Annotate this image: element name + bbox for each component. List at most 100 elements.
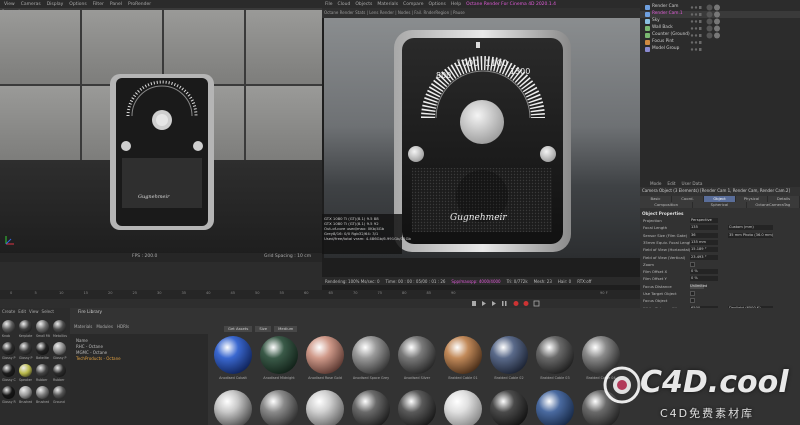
material-swatch[interactable] bbox=[19, 342, 32, 355]
tree-item[interactable]: RHC - Octane bbox=[76, 344, 103, 349]
asset-thumbnail[interactable] bbox=[306, 336, 344, 374]
menu-options[interactable]: Options bbox=[428, 2, 445, 7]
octane-live-viewer[interactable]: File Cloud Objects Materials Compare Options H… bbox=[322, 0, 640, 290]
playback-controls[interactable] bbox=[470, 299, 550, 308]
material-swatch[interactable] bbox=[2, 386, 15, 399]
asset-thumbnail[interactable] bbox=[352, 336, 390, 374]
material-swatch[interactable] bbox=[36, 320, 49, 333]
visibility-dots[interactable] bbox=[690, 5, 702, 10]
menu-cloud[interactable]: Cloud bbox=[338, 2, 351, 7]
asset-thumbnail[interactable] bbox=[260, 336, 298, 374]
menu-display[interactable]: Display bbox=[47, 2, 64, 7]
property-preset[interactable]: Custom (mm) bbox=[728, 225, 773, 231]
tree-item[interactable]: MGMC - Octane bbox=[76, 350, 107, 355]
live-db-browser[interactable]: Fire Library Materials Modules HDRIs Name R… bbox=[70, 308, 640, 425]
tab-composition[interactable]: Composition bbox=[640, 202, 694, 208]
asset-thumbnail[interactable] bbox=[352, 390, 390, 425]
visibility-dots[interactable] bbox=[690, 19, 702, 24]
menu-create[interactable]: Create bbox=[2, 309, 15, 314]
live-db-tree[interactable]: Name RHC - Octane MGMC - Octane TechProduct… bbox=[70, 334, 208, 425]
tab-spherical[interactable]: Spherical bbox=[693, 202, 747, 208]
object-manager[interactable]: Render Cam Render Cam.1 Sky Wall Back Counte… bbox=[640, 0, 800, 60]
asset-thumbnail[interactable] bbox=[260, 390, 298, 425]
property-preset[interactable]: 35 mm Photo (36.0 mm) bbox=[728, 232, 773, 238]
object-tags[interactable] bbox=[706, 32, 732, 39]
asset-thumbnail[interactable] bbox=[398, 336, 436, 374]
timeline-area[interactable] bbox=[0, 262, 322, 290]
menu-options[interactable]: Options bbox=[69, 2, 86, 7]
menu-objects[interactable]: Objects bbox=[355, 2, 372, 7]
asset-thumbnail[interactable] bbox=[214, 336, 252, 374]
asset-thumbnail[interactable] bbox=[444, 390, 482, 425]
menu-materials[interactable]: Materials bbox=[377, 2, 398, 7]
material-swatch[interactable] bbox=[2, 320, 15, 333]
menu-filter[interactable]: Filter bbox=[93, 2, 104, 7]
render-view-toolbar[interactable]: Octane Render Stats | Lens Render | Node… bbox=[322, 8, 640, 18]
visibility-dots[interactable] bbox=[690, 33, 702, 38]
material-swatch[interactable] bbox=[2, 342, 15, 355]
property-value[interactable]: 135 bbox=[690, 225, 718, 231]
material-swatch[interactable] bbox=[19, 320, 32, 333]
object-row[interactable]: Wall Back bbox=[640, 25, 800, 32]
menu-edit[interactable]: Edit bbox=[18, 309, 26, 314]
menu-user-data[interactable]: User Data bbox=[682, 181, 703, 186]
object-row[interactable]: Model Group bbox=[640, 46, 800, 53]
material-swatch[interactable] bbox=[36, 342, 49, 355]
property-checkbox[interactable] bbox=[690, 291, 695, 296]
asset-thumbnail[interactable] bbox=[490, 336, 528, 374]
asset-thumbnail[interactable] bbox=[490, 390, 528, 425]
material-swatch[interactable] bbox=[53, 320, 66, 333]
menu-select[interactable]: Select bbox=[42, 309, 54, 314]
asset-thumbnail[interactable] bbox=[536, 390, 574, 425]
menu-edit[interactable]: Edit bbox=[667, 181, 675, 186]
material-swatch[interactable] bbox=[36, 386, 49, 399]
asset-header-pill[interactable]: Get Assets bbox=[224, 326, 253, 332]
timeline-ruler[interactable]: 0 5 10 15 20 25 30 35 40 45 50 55 60 65 70 75 80 85 90 90 F bbox=[0, 290, 640, 299]
property-value[interactable]: 0 % bbox=[690, 269, 718, 275]
object-tags[interactable] bbox=[706, 39, 732, 46]
live-db-tab[interactable]: Materials bbox=[74, 324, 92, 329]
live-db-tabs[interactable]: Materials Modules HDRIs bbox=[74, 324, 129, 329]
menu-panel[interactable]: Panel bbox=[110, 2, 122, 7]
property-checkbox[interactable] bbox=[690, 298, 695, 304]
object-tags[interactable] bbox=[706, 18, 732, 25]
object-tags[interactable] bbox=[706, 25, 732, 32]
transport-bar[interactable] bbox=[0, 299, 640, 308]
tree-item[interactable]: TechProducts - Octane bbox=[76, 356, 121, 361]
property-value[interactable]: 36 bbox=[690, 232, 718, 238]
live-db-tab[interactable]: HDRIs bbox=[117, 324, 129, 329]
material-swatch[interactable] bbox=[53, 386, 66, 399]
material-swatch[interactable] bbox=[19, 386, 32, 399]
asset-thumbnail[interactable] bbox=[214, 390, 252, 425]
asset-thumbnail[interactable] bbox=[444, 336, 482, 374]
material-swatch[interactable] bbox=[19, 364, 32, 377]
live-db-tab[interactable]: Modules bbox=[96, 324, 113, 329]
property-checkbox[interactable] bbox=[690, 261, 695, 267]
property-value[interactable]: 15.189 ° bbox=[690, 247, 718, 253]
object-row[interactable]: Counter (Ground) bbox=[640, 32, 800, 39]
material-swatch[interactable] bbox=[53, 364, 66, 377]
asset-thumbnail[interactable] bbox=[536, 336, 574, 374]
material-swatch[interactable] bbox=[53, 342, 66, 355]
menu-view[interactable]: View bbox=[29, 309, 39, 314]
object-row[interactable]: Render Cam.1 bbox=[640, 11, 800, 18]
property-value[interactable]: 0 % bbox=[690, 276, 718, 282]
object-row[interactable]: Focus Pint bbox=[640, 39, 800, 46]
asset-thumbnail[interactable] bbox=[398, 390, 436, 425]
object-tags[interactable] bbox=[706, 4, 732, 11]
menu-prorender[interactable]: ProRender bbox=[128, 2, 151, 7]
visibility-dots[interactable] bbox=[690, 47, 702, 52]
property-value[interactable]: 135 mm bbox=[690, 239, 718, 245]
asset-thumbnail[interactable] bbox=[306, 390, 344, 425]
object-tags[interactable] bbox=[706, 11, 732, 18]
editor-viewport[interactable]: Gugnehmeir View Cameras Display Options Filt… bbox=[0, 0, 322, 262]
material-swatch[interactable] bbox=[36, 364, 49, 377]
material-swatch[interactable] bbox=[2, 364, 15, 377]
menu-file[interactable]: File bbox=[325, 2, 333, 7]
menu-compare[interactable]: Compare bbox=[403, 2, 423, 7]
object-row[interactable]: Sky bbox=[640, 18, 800, 25]
asset-header-pill[interactable]: Medium bbox=[274, 326, 298, 332]
menu-view[interactable]: View bbox=[4, 2, 15, 7]
object-tags[interactable] bbox=[706, 46, 732, 53]
visibility-dots[interactable] bbox=[690, 26, 702, 31]
